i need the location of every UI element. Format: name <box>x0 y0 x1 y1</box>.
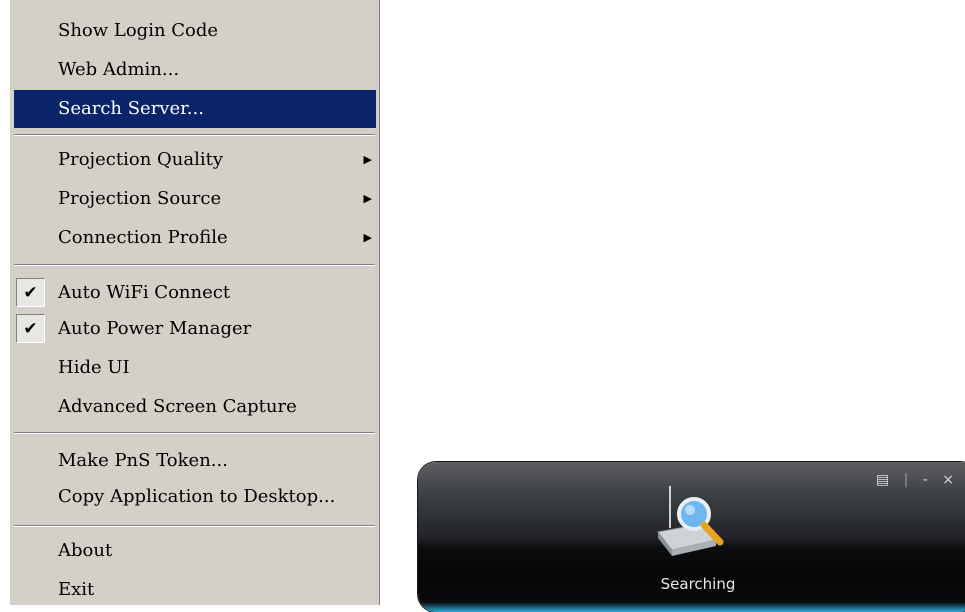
menu-item-label: Advanced Screen Capture <box>58 396 297 417</box>
checkmark-icon: ✔ <box>16 314 45 343</box>
menu-item-web-admin[interactable]: Web Admin... <box>14 51 376 89</box>
status-label: Searching <box>660 575 736 593</box>
panel-glow <box>418 602 965 612</box>
menu-item-connection-profile[interactable]: Connection Profile ▶ <box>14 219 376 257</box>
controls-divider: | <box>903 472 911 488</box>
submenu-arrow-icon: ▶ <box>363 153 372 166</box>
menu-item-about[interactable]: About <box>14 532 376 570</box>
submenu-arrow-icon: ▶ <box>363 192 372 205</box>
menu-item-advanced-screen-capture[interactable]: Advanced Screen Capture <box>14 388 376 426</box>
menu-item-label: Projection Source <box>58 188 222 209</box>
menu-item-label: Search Server... <box>58 98 204 119</box>
context-menu: Show Login Code Web Admin... Search Serv… <box>9 0 380 605</box>
menu-item-auto-power-manager[interactable]: ✔ Auto Power Manager <box>14 310 376 348</box>
menu-separator <box>14 264 375 266</box>
menu-item-label: Hide UI <box>58 357 130 378</box>
menu-item-label: Projection Quality <box>58 149 224 170</box>
submenu-arrow-icon: ▶ <box>363 231 372 244</box>
menu-item-label: Exit <box>58 579 95 600</box>
menu-item-label: Make PnS Token... <box>58 450 228 471</box>
menu-item-label: About <box>58 540 113 561</box>
menu-item-label: Auto WiFi Connect <box>58 282 231 303</box>
menu-item-label: Show Login Code <box>58 20 219 41</box>
menu-separator <box>14 432 375 434</box>
menu-item-search-server[interactable]: Search Server... <box>14 90 376 128</box>
checkmark-icon: ✔ <box>16 278 45 307</box>
minimize-icon[interactable]: - <box>923 472 930 488</box>
menu-item-exit[interactable]: Exit <box>14 571 376 609</box>
menu-item-label: Web Admin... <box>58 59 180 80</box>
menu-item-label: Copy Application to Desktop... <box>58 486 336 507</box>
close-icon[interactable]: × <box>942 472 956 488</box>
app-mini-panel: ▤ | - × Searching <box>418 462 965 612</box>
menu-item-auto-wifi-connect[interactable]: ✔ Auto WiFi Connect <box>14 274 376 312</box>
menu-item-projection-source[interactable]: Projection Source ▶ <box>14 180 376 218</box>
menu-separator <box>14 134 375 136</box>
menu-item-label: Auto Power Manager <box>58 318 252 339</box>
menu-separator <box>14 525 375 527</box>
menu-item-make-pns-token[interactable]: Make PnS Token... <box>14 442 376 480</box>
menu-item-copy-application[interactable]: Copy Application to Desktop... <box>14 478 376 516</box>
menu-item-label: Connection Profile <box>58 227 228 248</box>
window-controls: ▤ | - × <box>870 472 956 488</box>
search-server-icon <box>650 484 730 574</box>
menu-item-show-login-code[interactable]: Show Login Code <box>14 12 376 50</box>
menu-item-hide-ui[interactable]: Hide UI <box>14 349 376 387</box>
menu-item-projection-quality[interactable]: Projection Quality ▶ <box>14 141 376 179</box>
panel-menu-icon[interactable]: ▤ <box>876 472 891 488</box>
